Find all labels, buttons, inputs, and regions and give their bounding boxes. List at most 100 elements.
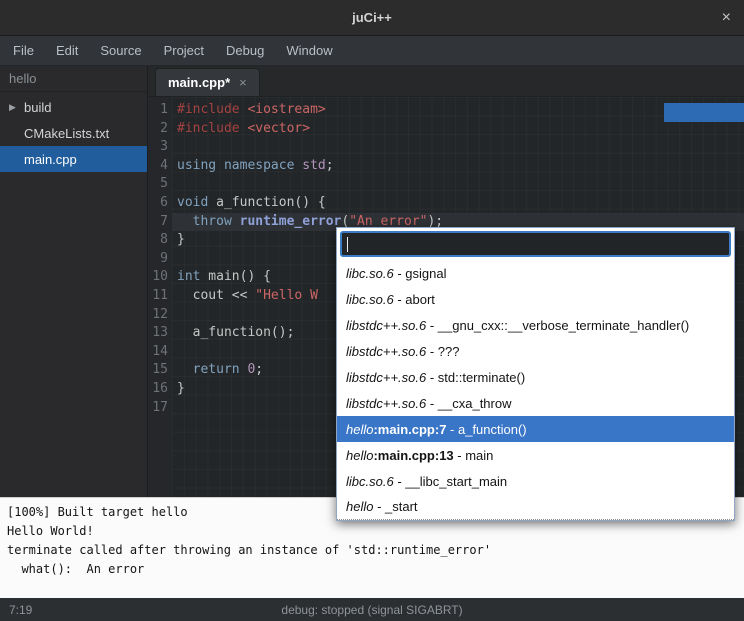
frame-library: hello	[346, 448, 373, 463]
tree-item-label: build	[0, 100, 51, 115]
tab-bar: main.cpp* ×	[148, 66, 744, 97]
menu-item-window[interactable]: Window	[275, 36, 343, 66]
line-number: 5	[148, 175, 168, 194]
line-number: 12	[148, 306, 168, 325]
code-token: ;	[326, 158, 334, 173]
close-window-button[interactable]: ×	[722, 10, 731, 26]
project-header: hello	[0, 66, 147, 92]
code-token: #include	[177, 102, 247, 117]
file-tree: ▶build CMakeLists.txt main.cpp	[0, 92, 147, 172]
code-token: std	[302, 158, 325, 173]
frame-function: - std::terminate()	[426, 370, 525, 385]
code-token: a_function();	[177, 325, 294, 340]
text-caret	[347, 237, 348, 252]
code-token	[177, 362, 193, 377]
backtrace-row[interactable]: libstdc++.so.6 - __cxa_throw	[337, 390, 734, 416]
code-line[interactable]: void a_function() {	[172, 194, 744, 213]
frame-library: libstdc++.so.6	[346, 396, 426, 411]
code-token: <iostream>	[247, 102, 325, 117]
code-line[interactable]: #include <vector>	[172, 120, 744, 139]
tree-item-label: main.cpp	[0, 152, 77, 167]
code-token: "Hello W	[255, 288, 318, 303]
code-line[interactable]	[172, 175, 744, 194]
line-number: 7	[148, 213, 168, 232]
line-number: 15	[148, 361, 168, 380]
frame-function: - __libc_start_main	[394, 474, 507, 489]
app-window: juCi++ × FileEditSourceProjectDebugWindo…	[0, 0, 744, 621]
window-title: juCi++	[352, 10, 392, 25]
popup-search-input[interactable]	[340, 231, 731, 257]
frame-library: libc.so.6	[346, 474, 394, 489]
code-line[interactable]: using namespace std;	[172, 157, 744, 176]
tab-label: main.cpp*	[168, 75, 230, 90]
frame-library: hello	[346, 422, 373, 437]
title-bar: juCi++ ×	[0, 0, 744, 36]
terminal-line: what(): An error	[7, 560, 737, 579]
tree-item-label: CMakeLists.txt	[0, 126, 109, 141]
frame-location: :main.cpp:13	[373, 448, 453, 463]
code-token: }	[177, 381, 185, 396]
backtrace-row[interactable]: hello - _start	[337, 494, 734, 520]
line-number: 8	[148, 231, 168, 250]
code-token: }	[177, 232, 185, 247]
backtrace-row[interactable]: libstdc++.so.6 - std::terminate()	[337, 364, 734, 390]
line-number: 14	[148, 343, 168, 362]
menu-item-source[interactable]: Source	[89, 36, 152, 66]
code-token: return	[193, 362, 240, 377]
backtrace-row[interactable]: hello:main.cpp:7 - a_function()	[337, 416, 734, 442]
code-token	[177, 214, 193, 229]
code-token	[216, 158, 224, 173]
line-gutter: 1234567891011121314151617	[148, 97, 172, 497]
line-number: 10	[148, 268, 168, 287]
tree-item-main-cpp[interactable]: main.cpp	[0, 146, 147, 172]
menu-item-debug[interactable]: Debug	[215, 36, 275, 66]
frame-library: libstdc++.so.6	[346, 318, 426, 333]
frame-function: - a_function()	[446, 422, 526, 437]
frame-function: - __gnu_cxx::__verbose_terminate_handler…	[426, 318, 689, 333]
line-number: 13	[148, 324, 168, 343]
frame-library: libstdc++.so.6	[346, 344, 426, 359]
line-number: 3	[148, 138, 168, 157]
frame-location: :main.cpp:7	[373, 422, 446, 437]
menu-item-project[interactable]: Project	[153, 36, 215, 66]
code-token: runtime_error	[240, 214, 342, 229]
backtrace-row[interactable]: libc.so.6 - __libc_start_main	[337, 468, 734, 494]
code-line[interactable]	[172, 138, 744, 157]
backtrace-row[interactable]: libstdc++.so.6 - ???	[337, 338, 734, 364]
frame-library: libc.so.6	[346, 266, 394, 281]
code-token: #include	[177, 121, 247, 136]
backtrace-row[interactable]: libstdc++.so.6 - __gnu_cxx::__verbose_te…	[337, 312, 734, 338]
code-token: int	[177, 269, 200, 284]
code-line[interactable]: #include <iostream>	[172, 101, 744, 120]
backtrace-row[interactable]: libc.so.6 - gsignal	[337, 260, 734, 286]
line-number: 16	[148, 380, 168, 399]
backtrace-list: libc.so.6 - gsignallibc.so.6 - abortlibs…	[337, 260, 734, 520]
terminal-line: Hello World!	[7, 522, 737, 541]
menu-item-edit[interactable]: Edit	[45, 36, 89, 66]
tab-main-cpp[interactable]: main.cpp* ×	[155, 68, 260, 96]
tab-close-icon[interactable]: ×	[239, 75, 247, 90]
line-number: 17	[148, 399, 168, 418]
line-number: 9	[148, 250, 168, 269]
status-bar: 7:19 debug: stopped (signal SIGABRT)	[0, 598, 744, 621]
tree-item-build[interactable]: ▶build	[0, 94, 147, 120]
frame-library: hello	[346, 499, 373, 514]
frame-function: - gsignal	[394, 266, 447, 281]
frame-function: - abort	[394, 292, 435, 307]
code-token: void	[177, 195, 208, 210]
code-token: namespace	[224, 158, 294, 173]
scrollbar-thumb[interactable]	[664, 103, 744, 122]
frame-library: libc.so.6	[346, 292, 394, 307]
code-token: a_function() {	[208, 195, 325, 210]
tree-item-cmakelists-txt[interactable]: CMakeLists.txt	[0, 120, 147, 146]
debug-status: debug: stopped (signal SIGABRT)	[0, 603, 744, 617]
terminal-line: terminate called after throwing an insta…	[7, 541, 737, 560]
menu-item-file[interactable]: File	[2, 36, 45, 66]
menu-bar: FileEditSourceProjectDebugWindow	[0, 36, 744, 66]
expander-icon[interactable]: ▶	[9, 102, 16, 113]
backtrace-row[interactable]: hello:main.cpp:13 - main	[337, 442, 734, 468]
line-number: 11	[148, 287, 168, 306]
code-token: using	[177, 158, 216, 173]
line-number: 4	[148, 157, 168, 176]
backtrace-row[interactable]: libc.so.6 - abort	[337, 286, 734, 312]
